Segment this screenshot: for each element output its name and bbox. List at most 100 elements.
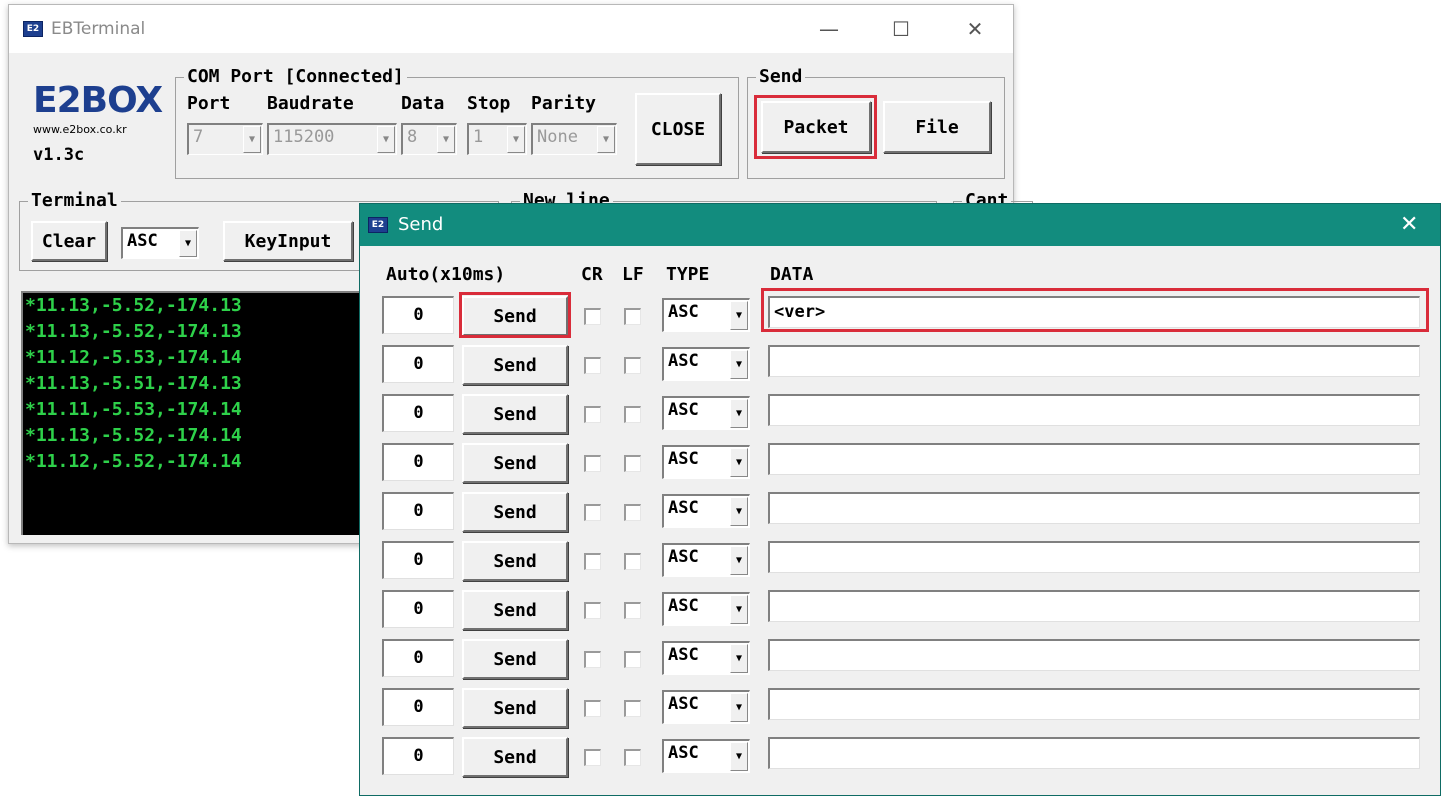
type-value: ASC <box>668 351 699 371</box>
clear-button[interactable]: Clear <box>31 221 107 261</box>
send-row-button[interactable]: Send <box>462 345 568 385</box>
auto-header: Auto(x10ms) <box>386 264 506 285</box>
port-select[interactable]: 7 ▼ <box>187 123 263 155</box>
stop-select[interactable]: 1 ▼ <box>467 123 527 155</box>
send-row-button[interactable]: Send <box>462 541 568 581</box>
file-button[interactable]: File <box>883 101 991 153</box>
close-port-button[interactable]: CLOSE <box>635 93 721 165</box>
terminal-output[interactable]: *11.13,-5.52,-174.13 *11.13,-5.52,-174.1… <box>21 291 373 535</box>
cr-header: CR <box>581 264 603 285</box>
parity-value: None <box>537 127 578 147</box>
auto-interval-value: 0 <box>413 746 424 766</box>
data-select[interactable]: 8 ▼ <box>401 123 457 155</box>
lf-checkbox[interactable] <box>624 308 641 325</box>
lf-checkbox[interactable] <box>624 357 641 374</box>
auto-interval-input[interactable]: 0 <box>382 296 454 334</box>
data-input[interactable] <box>768 394 1420 426</box>
type-value: ASC <box>668 302 699 322</box>
type-value: ASC <box>668 547 699 567</box>
terminal-line: *11.13,-5.51,-174.13 <box>25 373 242 394</box>
auto-interval-input[interactable]: 0 <box>382 590 454 628</box>
data-input[interactable] <box>768 737 1420 769</box>
lf-checkbox[interactable] <box>624 455 641 472</box>
cr-checkbox[interactable] <box>584 357 601 374</box>
type-select[interactable]: ASC ▼ <box>662 739 750 773</box>
terminal-mode-select[interactable]: ASC ▼ <box>121 227 199 259</box>
port-value: 7 <box>193 127 204 147</box>
send-row-button[interactable]: Send <box>462 443 568 483</box>
cr-checkbox[interactable] <box>584 455 601 472</box>
parity-label: Parity <box>531 93 597 114</box>
type-select[interactable]: ASC ▼ <box>662 494 750 528</box>
lf-checkbox[interactable] <box>624 700 641 717</box>
data-input[interactable] <box>768 639 1420 671</box>
cr-checkbox[interactable] <box>584 406 601 423</box>
auto-interval-input[interactable]: 0 <box>382 492 454 530</box>
data-input[interactable] <box>768 345 1420 377</box>
parity-select[interactable]: None ▼ <box>531 123 617 155</box>
data-input[interactable] <box>768 590 1420 622</box>
auto-interval-input[interactable]: 0 <box>382 443 454 481</box>
type-value: ASC <box>668 498 699 518</box>
com-port-legend: COM Port [Connected] <box>184 66 407 87</box>
cr-checkbox[interactable] <box>584 602 601 619</box>
send-row-button[interactable]: Send <box>462 492 568 532</box>
type-select[interactable]: ASC ▼ <box>662 396 750 430</box>
lf-checkbox[interactable] <box>624 553 641 570</box>
close-icon[interactable]: ✕ <box>955 9 995 49</box>
cr-checkbox[interactable] <box>584 700 601 717</box>
chevron-down-icon: ▼ <box>730 742 748 771</box>
chevron-down-icon: ▼ <box>730 497 748 526</box>
cr-checkbox[interactable] <box>584 749 601 766</box>
cr-checkbox[interactable] <box>584 651 601 668</box>
lf-checkbox[interactable] <box>624 749 641 766</box>
type-value: ASC <box>668 694 699 714</box>
auto-interval-input[interactable]: 0 <box>382 394 454 432</box>
cr-checkbox[interactable] <box>584 504 601 521</box>
data-input[interactable] <box>768 688 1420 720</box>
send-row-button[interactable]: Send <box>462 590 568 630</box>
auto-interval-input[interactable]: 0 <box>382 688 454 726</box>
send-row-button[interactable]: Send <box>462 394 568 434</box>
send-row-button[interactable]: Send <box>462 639 568 679</box>
close-icon[interactable]: ✕ <box>1400 212 1418 237</box>
auto-interval-value: 0 <box>413 452 424 472</box>
type-select[interactable]: ASC ▼ <box>662 641 750 675</box>
auto-interval-input[interactable]: 0 <box>382 737 454 775</box>
auto-interval-input[interactable]: 0 <box>382 639 454 677</box>
send-row-button[interactable]: Send <box>462 737 568 777</box>
baudrate-select[interactable]: 115200 ▼ <box>267 123 397 155</box>
send-row-button[interactable]: Send <box>462 296 568 336</box>
lf-checkbox[interactable] <box>624 504 641 521</box>
lf-checkbox[interactable] <box>624 406 641 423</box>
app-icon: E2 <box>23 21 43 37</box>
lf-checkbox[interactable] <box>624 602 641 619</box>
cr-checkbox[interactable] <box>584 553 601 570</box>
type-select[interactable]: ASC ▼ <box>662 347 750 381</box>
auto-interval-input[interactable]: 0 <box>382 345 454 383</box>
packet-button[interactable]: Packet <box>761 101 871 153</box>
data-input[interactable] <box>768 492 1420 524</box>
terminal-line: *11.13,-5.52,-174.13 <box>25 295 242 316</box>
send-row-button[interactable]: Send <box>462 688 568 728</box>
maximize-icon[interactable]: ☐ <box>881 9 921 49</box>
auto-interval-value: 0 <box>413 648 424 668</box>
auto-interval-input[interactable]: 0 <box>382 541 454 579</box>
lf-checkbox[interactable] <box>624 651 641 668</box>
auto-interval-value: 0 <box>413 403 424 423</box>
data-label: Data <box>401 93 445 114</box>
cr-checkbox[interactable] <box>584 308 601 325</box>
type-value: ASC <box>668 400 699 420</box>
data-input[interactable] <box>768 443 1420 475</box>
type-select[interactable]: ASC ▼ <box>662 298 750 332</box>
terminal-line: *11.11,-5.53,-174.14 <box>25 399 242 420</box>
chevron-down-icon: ▼ <box>730 399 748 428</box>
type-select[interactable]: ASC ▼ <box>662 543 750 577</box>
type-select[interactable]: ASC ▼ <box>662 690 750 724</box>
type-select[interactable]: ASC ▼ <box>662 592 750 626</box>
data-input[interactable]: <ver> <box>768 296 1420 328</box>
data-input[interactable] <box>768 541 1420 573</box>
type-select[interactable]: ASC ▼ <box>662 445 750 479</box>
minimize-icon[interactable]: — <box>809 9 849 49</box>
keyinput-button[interactable]: KeyInput <box>223 221 353 261</box>
